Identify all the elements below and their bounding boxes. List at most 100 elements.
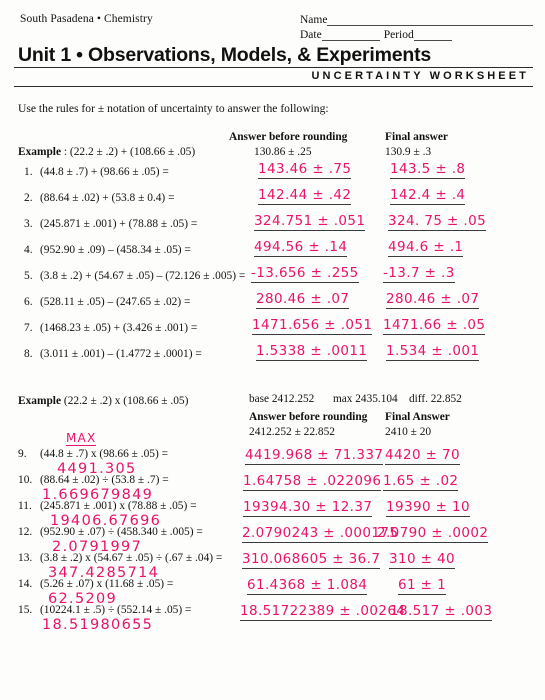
problem-number-7: 7. — [24, 322, 33, 334]
problem-text-5: (3.8 ± .2) + (54.67 ± .05) – (72.126 ± .… — [40, 270, 246, 282]
problem-row-3: 3. (245.871 ± .001) + (78.88 ± .05) = — [24, 218, 197, 230]
answer-before-rounding-6[interactable]: 280.46 ± .07 — [256, 291, 350, 309]
problem-text-8: (3.011 ± .001) – (1.4772 ± .0001) = — [40, 348, 202, 360]
name-label: Name — [300, 14, 328, 26]
problem-row-4: 4. (952.90 ± .09) – (458.34 ± .05) = — [24, 244, 191, 256]
date-period-field-row: Date Period — [300, 26, 533, 41]
answer-final-4[interactable]: 494.6 ± .1 — [388, 239, 464, 257]
name-field-row: Name — [300, 11, 534, 26]
problem-number-11: 11. — [18, 500, 32, 512]
example-2-expression: (22.2 ± .2) x (108.66 ± .05) — [61, 395, 189, 407]
answer-before-rounding-1[interactable]: 143.46 ± .75 — [258, 161, 352, 179]
problem-number-9: 9. — [18, 448, 27, 460]
answer-final-15[interactable]: 18.517 ± .003 — [390, 603, 493, 621]
answer-final-3[interactable]: 324. 75 ± .05 — [388, 213, 487, 231]
answer-final-10[interactable]: 1.65 ± .02 — [383, 473, 459, 491]
problem-row-2: 2. (88.64 ± .02) + (53.8 ± 0.4) = — [24, 192, 175, 204]
problem-text-7: (1468.23 ± .05) + (3.426 ± .001) = — [40, 322, 198, 334]
school-course-line: South Pasadena • Chemistry — [20, 13, 153, 25]
example-2-final: 2410 ± 20 — [385, 426, 432, 438]
example-2-max: max 2435.104 — [333, 393, 398, 405]
page-subtitle: UNCERTAINTY WORKSHEET — [311, 70, 529, 82]
scratch-work-13[interactable]: 347.4285714 — [48, 565, 159, 581]
problem-number-4: 4. — [24, 244, 33, 256]
example-2-label: Example (22.2 ± .2) x (108.66 ± .05) — [18, 395, 188, 407]
header-divider-top — [14, 67, 533, 68]
answer-before-rounding-4[interactable]: 494.56 ± .14 — [254, 239, 348, 257]
instructions-text: Use the rules for ± notation of uncertai… — [18, 102, 329, 115]
column-header-final-answer-2: Final Answer — [385, 411, 450, 423]
example-1-label: Example : (22.2 ± .2) + (108.66 ± .05) — [18, 146, 195, 158]
answer-before-rounding-9[interactable]: 4419.968 ± 71.337 — [245, 447, 384, 465]
problem-number-2: 2. — [24, 192, 33, 204]
problem-number-6: 6. — [24, 296, 33, 308]
answer-before-rounding-2[interactable]: 142.44 ± .42 — [258, 187, 352, 205]
answer-final-7[interactable]: 1471.66 ± .05 — [383, 317, 486, 335]
problem-text-9: (44.8 ± .7) x (98.66 ± .05) = — [40, 448, 169, 460]
answer-before-rounding-12[interactable]: 2.0790243 ± .000175 — [242, 525, 399, 543]
answer-before-rounding-8[interactable]: 1.5338 ± .0011 — [256, 343, 368, 361]
problem-number-3: 3. — [24, 218, 33, 230]
answer-final-8[interactable]: 1.534 ± .001 — [386, 343, 480, 361]
problem-row-8: 8. (3.011 ± .001) – (1.4772 ± .0001) = — [24, 348, 202, 360]
problem-text-2: (88.64 ± .02) + (53.8 ± 0.4) = — [40, 192, 175, 204]
column-header-before-rounding-2: Answer before rounding — [249, 411, 368, 423]
answer-final-6[interactable]: 280.46 ± .07 — [386, 291, 480, 309]
problem-number-12: 12. — [18, 526, 33, 538]
example-2-base: base 2412.252 — [249, 393, 315, 405]
problem-number-5: 5. — [24, 270, 33, 282]
problem-text-3: (245.871 ± .001) + (78.88 ± .05) = — [40, 218, 198, 230]
problem-row-9: 9. (44.8 ± .7) x (98.66 ± .05) = — [18, 448, 168, 460]
answer-final-12[interactable]: 2.0790 ± .0002 — [377, 525, 489, 543]
scratch-work-11[interactable]: 19406.67696 — [50, 513, 161, 529]
problem-text-4: (952.90 ± .09) – (458.34 ± .05) = — [40, 244, 191, 256]
answer-final-9[interactable]: 4420 ± 70 — [385, 447, 461, 465]
answer-before-rounding-13[interactable]: 310.068605 ± 36.7 — [242, 551, 381, 569]
answer-before-rounding-11[interactable]: 19394.30 ± 12.37 — [243, 499, 373, 517]
problem-number-1: 1. — [24, 166, 33, 178]
scratch-work-14[interactable]: 62.5209 — [48, 591, 117, 607]
scratch-work-10[interactable]: 1.669679849 — [42, 487, 153, 503]
page-title: Unit 1 • Observations, Models, & Experim… — [18, 44, 432, 66]
student-info-fields: Name Date Period — [300, 11, 534, 41]
scratch-work-15[interactable]: 18.51980655 — [42, 617, 153, 633]
max-annotation[interactable]: MAX — [66, 431, 97, 446]
example-1-final: 130.9 ± .3 — [385, 146, 432, 158]
problem-number-15: 15. — [18, 604, 33, 616]
example-2-before-rounding: 2412.252 ± 22.852 — [249, 426, 335, 438]
column-header-final-answer-1: Final answer — [385, 131, 448, 143]
scratch-work-12[interactable]: 2.0791997 — [52, 539, 142, 555]
problem-text-6: (528.11 ± .05) – (247.65 ± .02) = — [40, 296, 191, 308]
example-2-stats: base 2412.252 max 2435.104 diff. 22.852 — [249, 393, 462, 405]
worksheet-page: South Pasadena • Chemistry Name Date Per… — [0, 0, 545, 700]
answer-final-1[interactable]: 143.5 ± .8 — [390, 161, 466, 179]
answer-final-2[interactable]: 142.4 ± .4 — [390, 187, 466, 205]
answer-final-14[interactable]: 61 ± 1 — [398, 577, 447, 595]
period-input-line[interactable] — [413, 29, 452, 41]
example-1-bold: Example — [18, 146, 62, 158]
period-label: Period — [383, 29, 414, 41]
answer-final-5[interactable]: -13.7 ± .3 — [383, 265, 455, 283]
answer-before-rounding-15[interactable]: 18.51722389 ± .00264 — [240, 603, 406, 621]
scratch-work-9[interactable]: 4491.305 — [57, 461, 137, 477]
problem-number-8: 8. — [24, 348, 33, 360]
problem-row-6: 6. (528.11 ± .05) – (247.65 ± .02) = — [24, 296, 190, 308]
answer-before-rounding-14[interactable]: 61.4368 ± 1.084 — [247, 577, 368, 595]
date-input-line[interactable] — [321, 29, 380, 41]
problem-row-7: 7. (1468.23 ± .05) + (3.426 ± .001) = — [24, 322, 197, 334]
problem-number-14: 14. — [18, 578, 33, 590]
example-1-before-rounding: 130.86 ± .25 — [254, 146, 312, 158]
answer-before-rounding-7[interactable]: 1471.656 ± .051 — [252, 317, 373, 335]
name-input-line[interactable] — [327, 14, 534, 26]
answer-final-13[interactable]: 310 ± 40 — [389, 551, 456, 569]
answer-before-rounding-3[interactable]: 324.751 ± .051 — [254, 213, 366, 231]
example-2-bold: Example — [18, 395, 62, 407]
problem-number-13: 13. — [18, 552, 33, 564]
date-label: Date — [300, 29, 322, 41]
problem-text-1: (44.8 ± .7) + (98.66 ± .05) = — [40, 166, 169, 178]
example-1-expression: : (22.2 ± .2) + (108.66 ± .05) — [61, 146, 196, 158]
answer-before-rounding-5[interactable]: -13.656 ± .255 — [251, 265, 359, 283]
answer-final-11[interactable]: 19390 ± 10 — [386, 499, 471, 517]
answer-before-rounding-10[interactable]: 1.64758 ± .022096 — [243, 473, 382, 491]
example-2-diff: diff. 22.852 — [409, 393, 462, 405]
